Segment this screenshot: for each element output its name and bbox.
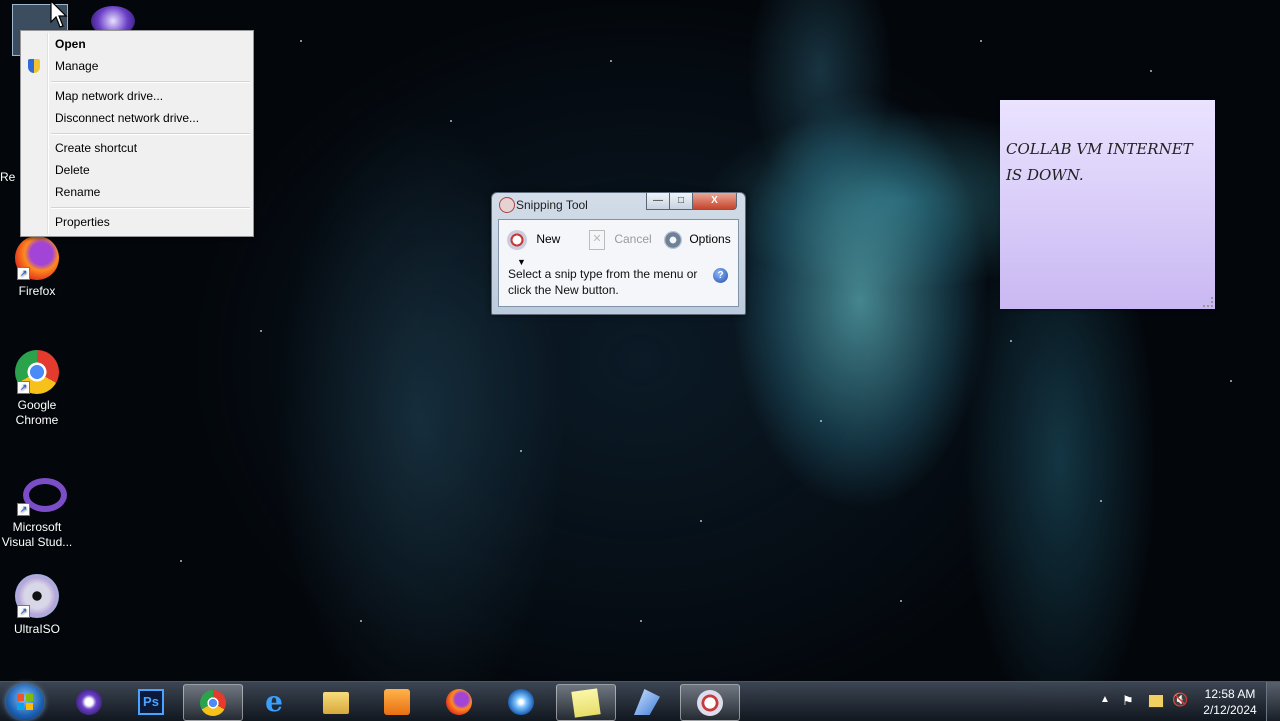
- menu-item-rename[interactable]: Rename: [55, 182, 100, 202]
- media-player-icon: [76, 689, 102, 715]
- connection-icon: [634, 689, 660, 715]
- scissors-icon: [697, 690, 723, 716]
- menu-item-manage[interactable]: Manage: [55, 56, 98, 76]
- photoshop-icon: Ps: [138, 689, 164, 715]
- taskbar-connection[interactable]: [618, 684, 676, 719]
- gear-icon: [664, 230, 682, 249]
- taskbar-media-player[interactable]: [60, 684, 118, 719]
- menu-item-map-network-drive[interactable]: Map network drive...: [55, 86, 163, 106]
- shortcut-arrow-icon: ↗: [17, 605, 30, 618]
- windows-logo-icon: [17, 694, 33, 710]
- taskbar-snipping-tool[interactable]: [680, 684, 740, 721]
- folder-icon: [323, 692, 349, 714]
- taskbar-internet-explorer[interactable]: e: [245, 684, 303, 719]
- firefox-icon: [446, 689, 472, 715]
- menu-item-open[interactable]: Open: [55, 34, 86, 54]
- firefox-label: Firefox: [18, 284, 56, 298]
- taskbar-file-explorer[interactable]: [307, 684, 365, 719]
- taskbar-sticky-notes[interactable]: [556, 684, 616, 721]
- action-center-flag-icon[interactable]: ⚑: [1122, 693, 1134, 709]
- new-snip-icon: [507, 229, 527, 250]
- minimize-button[interactable]: —: [646, 193, 670, 210]
- sticky-notes-icon: [571, 688, 601, 718]
- clock[interactable]: 12:58 AM 2/12/2024: [1198, 686, 1262, 718]
- snipping-tool-window: Snipping Tool — □ X New ▼ ✕ Cancel Optio…: [491, 192, 746, 315]
- cancel-label: Cancel: [614, 232, 652, 246]
- menu-separator: [51, 81, 250, 83]
- chrome-icon: ↗: [15, 350, 59, 394]
- shortcut-arrow-icon: ↗: [17, 267, 30, 280]
- menu-item-properties[interactable]: Properties: [55, 212, 110, 232]
- cancel-icon: ✕: [589, 229, 605, 250]
- visual-studio-label: Microsoft Visual Stud...: [1, 520, 73, 549]
- firefox-icon: ↗: [15, 236, 59, 280]
- windows-orb-icon: [508, 689, 534, 715]
- show-hidden-icons-icon[interactable]: ▲: [1100, 694, 1110, 705]
- mouse-cursor-icon: [50, 0, 68, 28]
- system-tray: ▲ ⚑ 🔇: [1098, 682, 1194, 721]
- ultraiso-icon: ↗: [15, 574, 59, 618]
- volume-muted-icon[interactable]: 🔇: [1172, 692, 1188, 708]
- maximize-button[interactable]: □: [669, 193, 693, 210]
- ultraiso-label: UltraISO: [13, 622, 60, 636]
- internet-explorer-icon: e: [265, 685, 283, 718]
- cancel-button[interactable]: ✕ Cancel: [589, 228, 652, 250]
- new-snip-button[interactable]: New ▼: [507, 228, 573, 267]
- options-button[interactable]: Options: [664, 228, 731, 250]
- clock-time: 12:58 AM: [1204, 687, 1256, 701]
- clock-date: 2/12/2024: [1203, 703, 1257, 717]
- shield-icon: [28, 59, 40, 73]
- desktop-icon-firefox[interactable]: ↗ Firefox: [0, 236, 74, 299]
- menu-item-delete[interactable]: Delete: [55, 160, 90, 180]
- network-icon[interactable]: [1148, 694, 1164, 708]
- new-label: New: [536, 232, 561, 246]
- visual-studio-icon: ↗: [15, 472, 67, 516]
- chrome-label: Google Chrome: [15, 398, 59, 427]
- desktop-icon-google-chrome[interactable]: ↗ Google Chrome: [0, 350, 74, 428]
- sticky-note[interactable]: COLLAB VM INTERNET IS DOWN.: [1000, 100, 1215, 309]
- menu-item-create-shortcut[interactable]: Create shortcut: [55, 138, 137, 158]
- start-button[interactable]: [6, 684, 44, 720]
- taskbar-chrome[interactable]: [183, 684, 243, 721]
- chrome-icon: [200, 690, 226, 716]
- window-title: Snipping Tool: [516, 198, 588, 212]
- taskbar-windows-explorer[interactable]: [492, 684, 550, 719]
- options-label: Options: [689, 232, 731, 246]
- show-desktop-button[interactable]: [1266, 682, 1280, 721]
- menu-item-disconnect-network-drive[interactable]: Disconnect network drive...: [55, 108, 199, 128]
- shortcut-arrow-icon: ↗: [17, 503, 30, 516]
- shortcut-arrow-icon: ↗: [17, 381, 30, 394]
- media-center-icon: [384, 689, 410, 715]
- menu-separator: [51, 207, 250, 209]
- sticky-note-text[interactable]: COLLAB VM INTERNET IS DOWN.: [1006, 136, 1212, 188]
- taskbar-media-center[interactable]: [368, 684, 426, 719]
- resize-grip-icon[interactable]: [1203, 297, 1213, 307]
- help-icon[interactable]: ?: [713, 268, 728, 283]
- close-button[interactable]: X: [692, 193, 737, 210]
- desktop-icon-ultraiso[interactable]: ↗ UltraISO: [0, 574, 74, 637]
- taskbar-photoshop[interactable]: Ps: [122, 684, 180, 719]
- menu-separator: [51, 133, 250, 135]
- instruction-text: Select a snip type from the menu or clic…: [508, 267, 698, 297]
- desktop-icon-visual-studio[interactable]: ↗ Microsoft Visual Stud...: [0, 472, 74, 550]
- recycle-bin-label: Re: [0, 170, 16, 184]
- taskbar: Ps e ▲ ⚑ 🔇 12:58 AM 2/12/2024: [0, 681, 1280, 721]
- scissors-icon: [499, 197, 515, 213]
- context-menu: Open Manage Map network drive... Disconn…: [20, 30, 254, 237]
- taskbar-firefox[interactable]: [430, 684, 488, 719]
- snipping-tool-body: New ▼ ✕ Cancel Options Select a snip typ…: [498, 219, 739, 307]
